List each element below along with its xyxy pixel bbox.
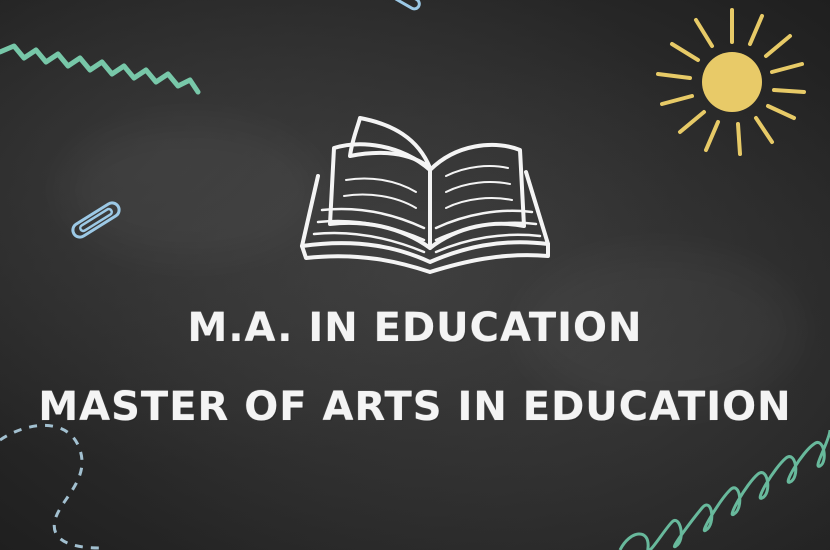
dashed-curve <box>0 423 101 550</box>
paperclip-icon <box>392 0 421 11</box>
paperclip-icon <box>71 201 121 239</box>
coil-spring <box>618 429 830 550</box>
headline-full-title: MASTER OF ARTS IN EDUCATION <box>38 384 792 430</box>
chalk-decorations <box>0 0 830 550</box>
zigzag-squiggle <box>0 43 201 95</box>
open-book-icon <box>300 116 550 274</box>
chalkboard-banner: M.A. IN EDUCATION MASTER OF ARTS IN EDUC… <box>0 0 830 550</box>
headline-abbreviation: M.A. IN EDUCATION <box>187 305 643 351</box>
sun-icon <box>656 8 806 156</box>
